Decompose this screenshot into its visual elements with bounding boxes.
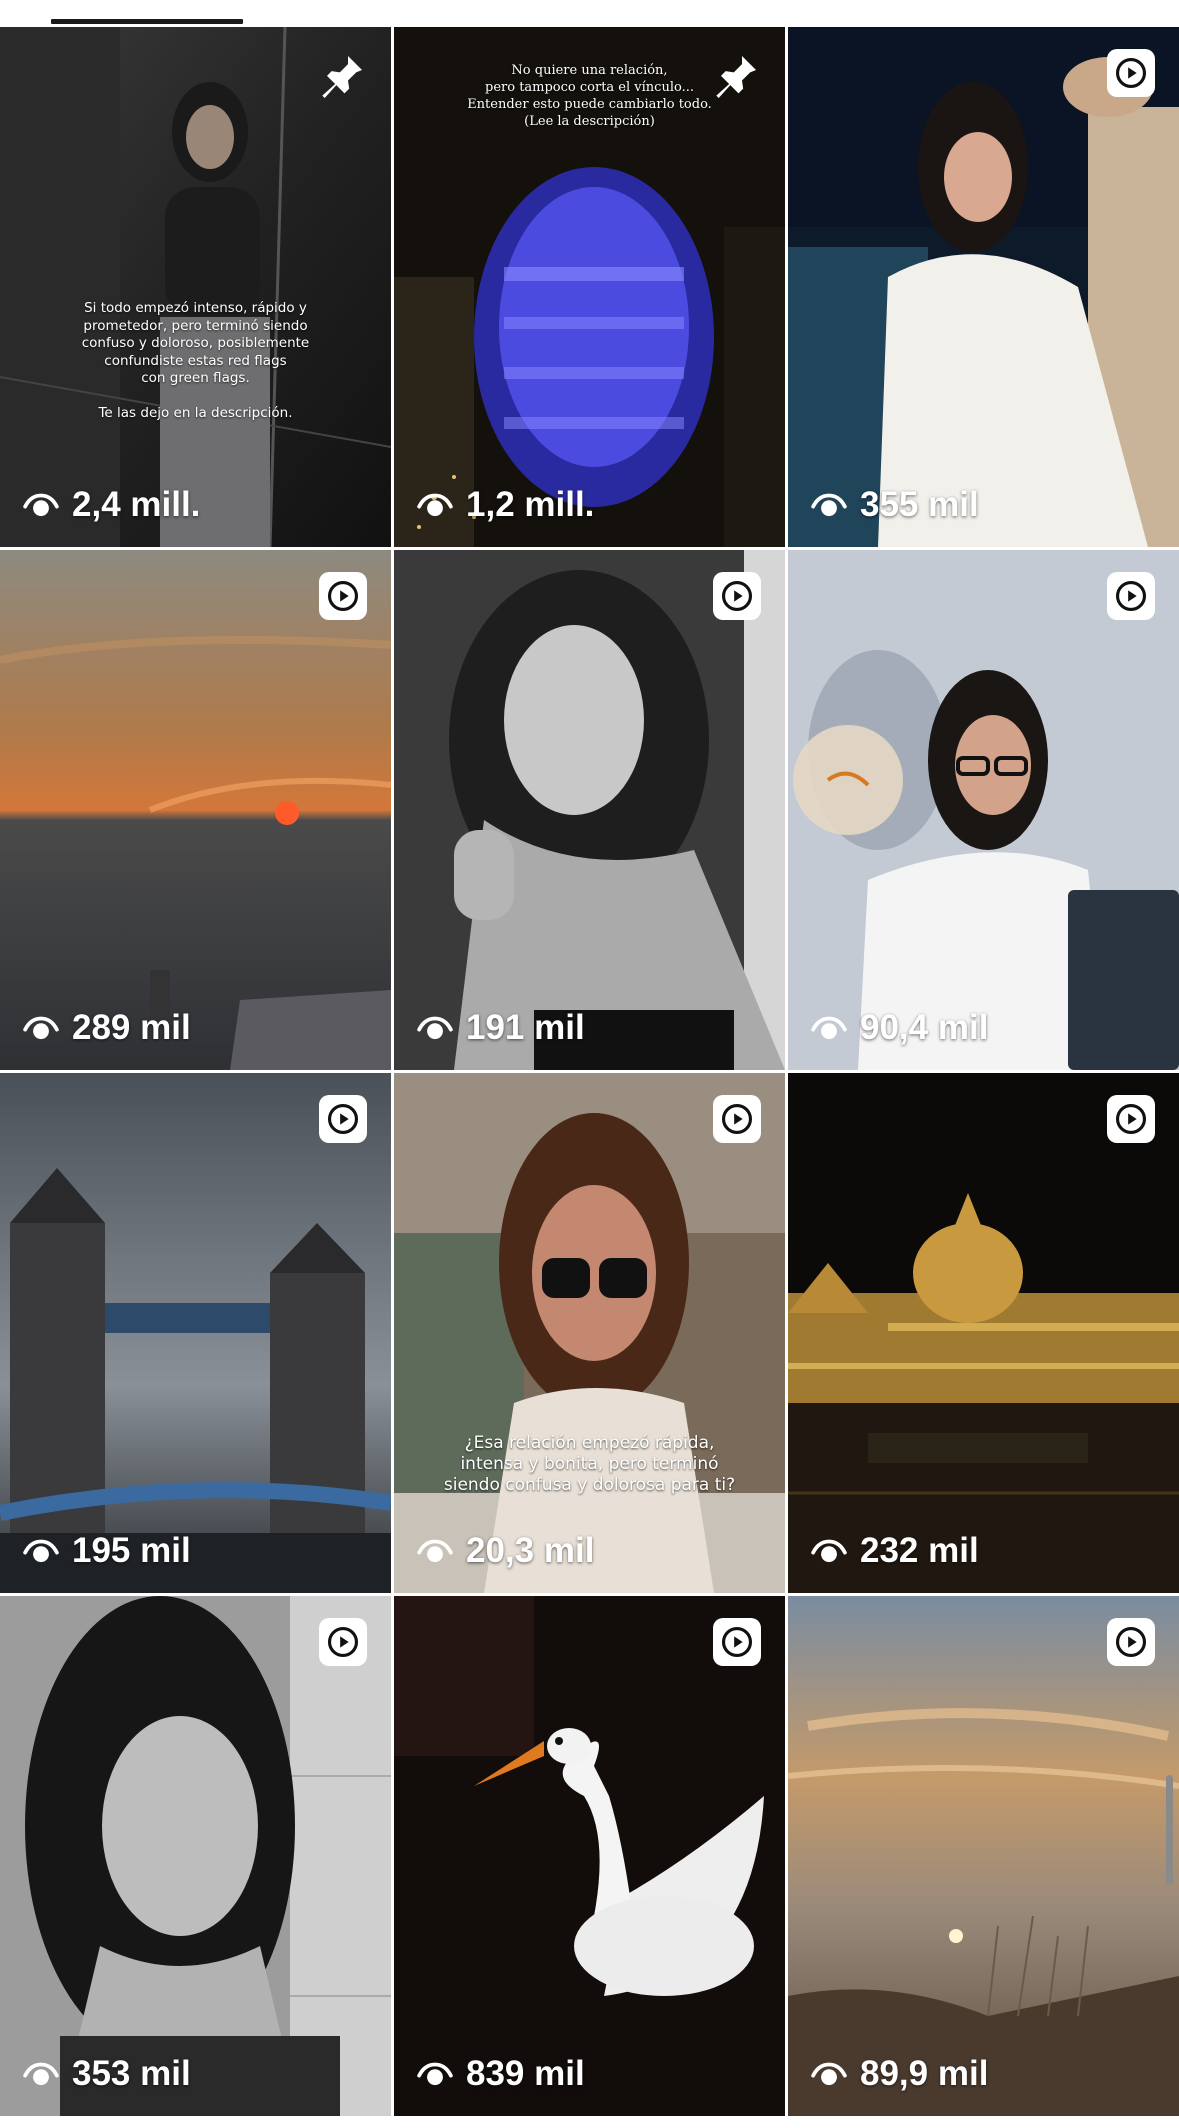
reel-badge bbox=[713, 1618, 761, 1666]
thumbnail-image bbox=[394, 1596, 785, 2116]
overlay-caption: ¿Esa relación empezó rápida, intensa y b… bbox=[443, 1433, 736, 1495]
play-icon bbox=[327, 1626, 359, 1658]
reel-badge bbox=[319, 1095, 367, 1143]
view-count-label: 353 mil bbox=[72, 2054, 191, 2093]
play-icon bbox=[721, 580, 753, 612]
thumbnail-image bbox=[394, 550, 785, 1070]
reel-badge bbox=[319, 572, 367, 620]
thumbnail-image bbox=[788, 1596, 1179, 2116]
video-tile-5[interactable]: 191 mil bbox=[394, 550, 785, 1070]
play-icon bbox=[1115, 1626, 1147, 1658]
video-tile-12[interactable]: 89,9 mil bbox=[788, 1596, 1179, 2116]
view-count: 90,4 mil bbox=[810, 1008, 988, 1048]
profile-tab-bar bbox=[0, 0, 1179, 26]
reel-badge bbox=[713, 1095, 761, 1143]
thumbnail-image bbox=[394, 1073, 785, 1593]
view-count: 355 mil bbox=[810, 485, 979, 525]
video-tile-3[interactable]: 355 mil bbox=[788, 27, 1179, 547]
play-icon bbox=[721, 1103, 753, 1135]
reel-badge bbox=[1107, 1095, 1155, 1143]
play-icon bbox=[327, 580, 359, 612]
video-tile-7[interactable]: 195 mil bbox=[0, 1073, 391, 1593]
view-count-label: 191 mil bbox=[466, 1008, 585, 1047]
reel-badge bbox=[713, 572, 761, 620]
eye-icon bbox=[811, 1016, 847, 1040]
view-count-label: 20,3 mil bbox=[466, 1531, 595, 1570]
eye-icon bbox=[811, 493, 847, 517]
view-count: 89,9 mil bbox=[810, 2054, 988, 2094]
view-count-label: 89,9 mil bbox=[860, 2054, 989, 2093]
thumbnail-image bbox=[788, 1073, 1179, 1593]
reel-badge bbox=[319, 1618, 367, 1666]
view-count: 191 mil bbox=[416, 1008, 585, 1048]
pin-icon bbox=[322, 56, 362, 98]
view-count-label: 1,2 mill. bbox=[466, 485, 595, 524]
video-tile-10[interactable]: 353 mil bbox=[0, 1596, 391, 2116]
video-tile-11[interactable]: 839 mil bbox=[394, 1596, 785, 2116]
eye-icon bbox=[811, 1539, 847, 1563]
play-icon bbox=[1115, 57, 1147, 89]
view-count-label: 355 mil bbox=[860, 485, 979, 524]
view-count: 839 mil bbox=[416, 2054, 585, 2094]
overlay-caption: Si todo empezó intenso, rápido y promete… bbox=[81, 300, 310, 421]
thumbnail-image bbox=[788, 27, 1179, 547]
video-tile-1[interactable]: Si todo empezó intenso, rápido y promete… bbox=[0, 27, 391, 547]
view-count: 2,4 mill. bbox=[22, 485, 200, 525]
video-tile-9[interactable]: 232 mil bbox=[788, 1073, 1179, 1593]
video-tile-6[interactable]: 90,4 mil bbox=[788, 550, 1179, 1070]
pin-icon bbox=[716, 56, 756, 98]
overlay-caption: No quiere una relación, pero tampoco cor… bbox=[467, 63, 712, 129]
reel-badge bbox=[1107, 572, 1155, 620]
thumbnail-image bbox=[0, 1073, 391, 1593]
eye-icon bbox=[23, 1016, 59, 1040]
eye-icon bbox=[811, 2062, 847, 2086]
thumbnail-image bbox=[0, 1596, 391, 2116]
eye-icon bbox=[417, 1539, 453, 1563]
view-count: 353 mil bbox=[22, 2054, 191, 2094]
bottom-edge bbox=[0, 2118, 1179, 2128]
video-grid: Si todo empezó intenso, rápido y promete… bbox=[0, 27, 1179, 2116]
active-tab-indicator bbox=[51, 19, 243, 24]
eye-icon bbox=[417, 2062, 453, 2086]
view-count: 1,2 mill. bbox=[416, 485, 594, 525]
reel-badge bbox=[1107, 1618, 1155, 1666]
play-icon bbox=[721, 1626, 753, 1658]
view-count-label: 232 mil bbox=[860, 1531, 979, 1570]
video-tile-2[interactable]: No quiere una relación, pero tampoco cor… bbox=[394, 27, 785, 547]
eye-icon bbox=[23, 2062, 59, 2086]
play-icon bbox=[1115, 1103, 1147, 1135]
view-count-label: 2,4 mill. bbox=[72, 485, 201, 524]
view-count-label: 839 mil bbox=[466, 2054, 585, 2093]
view-count-label: 289 mil bbox=[72, 1008, 191, 1047]
eye-icon bbox=[23, 1539, 59, 1563]
view-count: 232 mil bbox=[810, 1531, 979, 1571]
thumbnail-image bbox=[0, 27, 391, 547]
thumbnail-image bbox=[788, 550, 1179, 1070]
video-tile-8[interactable]: ¿Esa relación empezó rápida, intensa y b… bbox=[394, 1073, 785, 1593]
eye-icon bbox=[23, 493, 59, 517]
view-count: 195 mil bbox=[22, 1531, 191, 1571]
eye-icon bbox=[417, 1016, 453, 1040]
view-count-label: 90,4 mil bbox=[860, 1008, 989, 1047]
view-count: 289 mil bbox=[22, 1008, 191, 1048]
view-count-label: 195 mil bbox=[72, 1531, 191, 1570]
video-tile-4[interactable]: 289 mil bbox=[0, 550, 391, 1070]
eye-icon bbox=[417, 493, 453, 517]
scrollbar[interactable] bbox=[1166, 1775, 1173, 1885]
view-count: 20,3 mil bbox=[416, 1531, 594, 1571]
play-icon bbox=[327, 1103, 359, 1135]
thumbnail-image bbox=[0, 550, 391, 1070]
reel-badge bbox=[1107, 49, 1155, 97]
play-icon bbox=[1115, 580, 1147, 612]
